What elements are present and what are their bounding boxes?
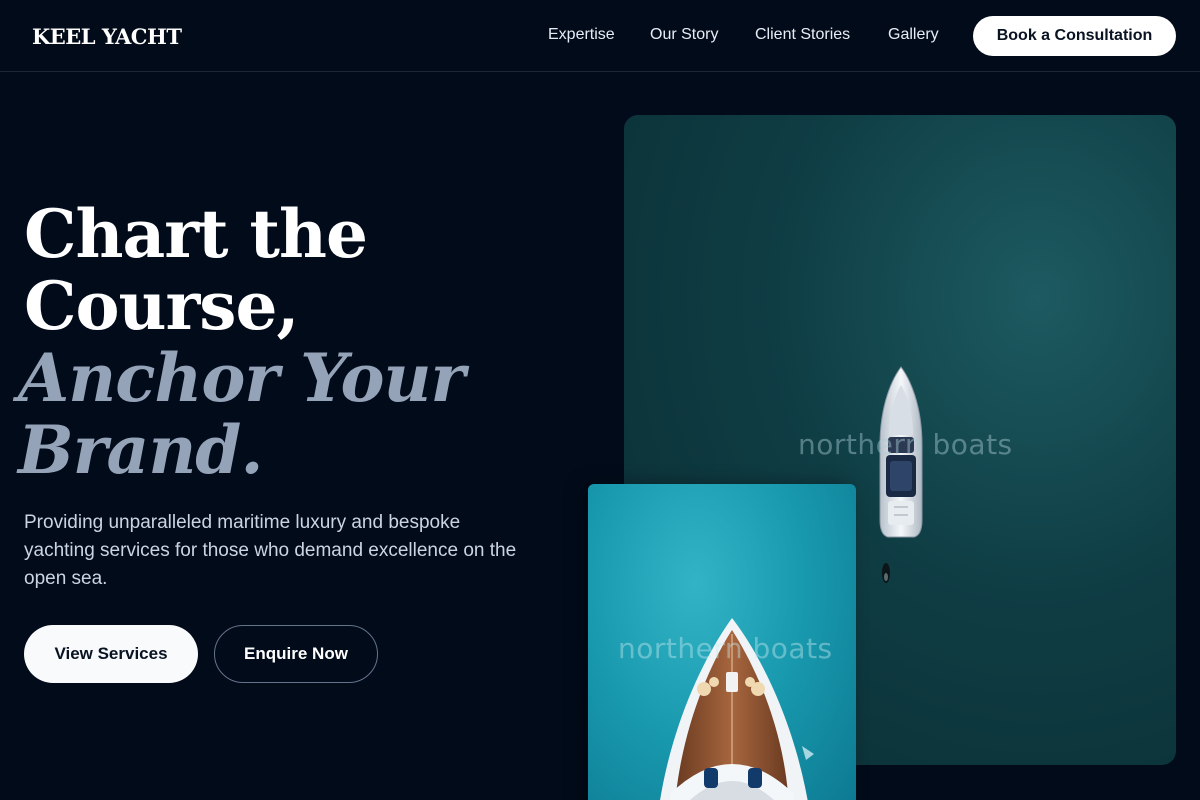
nav-link-expertise[interactable]: Expertise (548, 26, 615, 44)
hero-headline: Chart the Course, Anchor Your Brand. (18, 195, 465, 486)
hero-subtext: Providing unparalleled maritime luxury a… (24, 512, 517, 589)
headline-italic-line-1: Anchor Your (18, 339, 465, 417)
enquire-now-button[interactable]: Enquire Now (214, 625, 378, 683)
headline-italic-line-2: Brand. (18, 411, 263, 489)
nav-link-client-stories[interactable]: Client Stories (755, 26, 850, 44)
small-image-watermark: northern boats (618, 632, 833, 665)
main-image-watermark: northern boats (798, 428, 1013, 461)
headline-line-1: Chart the (24, 195, 368, 273)
yacht-bow-image: northern boats (588, 484, 856, 800)
brand-logo[interactable]: KEEL YACHT (32, 24, 182, 49)
nav-link-our-story[interactable]: Our Story (650, 26, 718, 44)
navbar: KEEL YACHT Expertise Our Story Client St… (0, 0, 1200, 72)
nav-link-gallery[interactable]: Gallery (888, 26, 939, 44)
headline-line-2: Course, (24, 267, 299, 345)
view-services-button[interactable]: View Services (24, 625, 198, 683)
book-consultation-button[interactable]: Book a Consultation (973, 16, 1176, 56)
